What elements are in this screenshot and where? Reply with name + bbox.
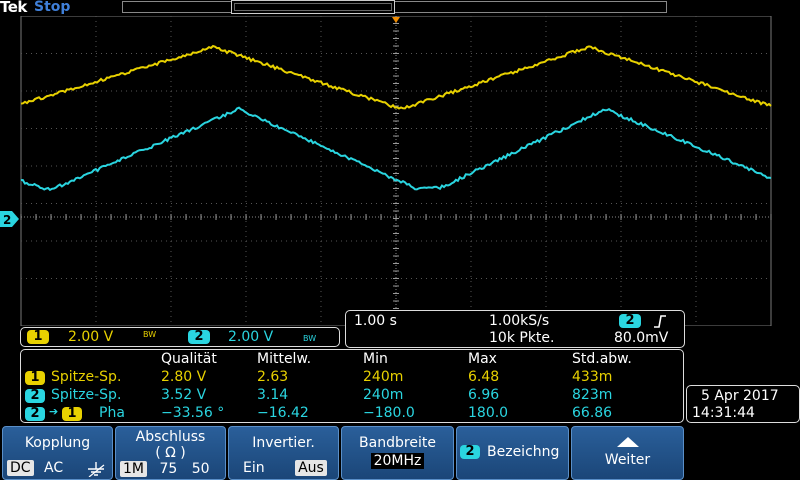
meas-header-4: Max [468, 351, 497, 367]
ch1-bw-flag: BW [143, 330, 156, 339]
meas-header-2: Mittelw. [257, 351, 311, 367]
weiter-title: Weiter [572, 452, 683, 468]
coupling-ac-option[interactable]: AC [44, 460, 63, 476]
meas-row-3-ref-channel-badge: 1 [62, 407, 82, 421]
ch2-ground-marker[interactable]: 2 [0, 211, 19, 227]
timebase: 1.00 s [354, 313, 397, 329]
ch2-badge[interactable]: 2 [188, 330, 210, 344]
termination-1m-option[interactable]: 1M [120, 461, 147, 477]
meas-row-3-label: Pha [99, 405, 125, 421]
coupling-dc-option[interactable]: DC [7, 460, 34, 476]
record-view-window-inner [234, 3, 392, 11]
vertical-readout: 1 2.00 V BW 2 2.00 V BW [20, 327, 340, 347]
bandbreite-button[interactable]: Bandbreite 20MHz [341, 426, 454, 480]
meas-row-2-value-2: 3.14 [257, 387, 288, 403]
meas-row-1-label: Spitze-Sp. [51, 369, 121, 385]
meas-row-1-value-4: 6.48 [468, 369, 499, 385]
meas-row-2-value-1: 3.52 V [161, 387, 206, 403]
arrow-icon: ➔ [49, 405, 58, 418]
bandwidth-value: 20MHz [371, 453, 425, 469]
sample-rate: 1.00kS/s [489, 313, 549, 329]
chevron-up-icon [616, 436, 640, 448]
meas-row-2-value-4: 6.96 [468, 387, 499, 403]
invertier-title: Invertier. [229, 435, 338, 451]
termination-75-option[interactable]: 75 [159, 461, 177, 477]
datetime-panel: 5 Apr 2017 14:31:44 [686, 385, 800, 423]
bezeichnung-channel-badge: 2 [460, 445, 480, 459]
ch1-scale: 2.00 V [68, 329, 113, 345]
status-bar: Tek Stop [0, 0, 800, 16]
meas-row-1-channel-badge: 1 [25, 371, 45, 385]
ch2-ground-label: 2 [3, 213, 11, 227]
meas-header-5: Std.abw. [572, 351, 632, 367]
trigger-source-badge: 2 [619, 314, 641, 328]
invert-on-option[interactable]: Ein [243, 460, 265, 476]
trigger-level: 80.0mV [614, 330, 668, 346]
meas-row-3-value-1: −33.56 ° [161, 405, 224, 421]
meas-row-3-channel-badge: 2 [25, 407, 45, 421]
termination-50-option[interactable]: 50 [192, 461, 210, 477]
ch2-bw-flag: BW [303, 334, 316, 343]
meas-row-2-label: Spitze-Sp. [51, 387, 121, 403]
meas-header-3: Min [363, 351, 388, 367]
abschluss-title: Abschluss [116, 429, 225, 445]
meas-row-3-value-2: −16.42 [257, 405, 309, 421]
meas-row-1-value-5: 433m [572, 369, 612, 385]
ch2-scale: 2.00 V [228, 329, 273, 345]
meas-row-2-channel-badge: 2 [25, 389, 45, 403]
meas-row-2-value-3: 240m [363, 387, 403, 403]
waveform-display[interactable]: 2 [0, 16, 800, 326]
meas-row-3-value-4: 180.0 [468, 405, 508, 421]
meas-row-1-value-2: 2.63 [257, 369, 288, 385]
invert-off-option[interactable]: Aus [295, 460, 327, 476]
weiter-button[interactable]: Weiter [571, 426, 684, 480]
ground-icon[interactable] [86, 461, 106, 477]
invertier-button[interactable]: Invertier. Ein Aus [228, 426, 339, 480]
date: 5 Apr 2017 [701, 388, 779, 404]
measurement-panel: Qualität Mittelw. Min Max Std.abw. 1 Spitze-Sp… [20, 349, 684, 423]
ch1-badge[interactable]: 1 [27, 330, 49, 344]
bezeichnung-title: Bezeichng [487, 444, 559, 460]
acquisition-status: Stop [34, 0, 70, 15]
meas-header-1: Qualität [161, 351, 217, 367]
kopplung-button[interactable]: Kopplung DC AC [2, 426, 113, 480]
record-length: 10k Pkte. [489, 330, 554, 346]
abschluss-button[interactable]: Abschluss ( Ω ) 1M 75 50 [115, 426, 226, 480]
kopplung-title: Kopplung [3, 435, 112, 451]
trigger-position-marker [392, 17, 400, 23]
horizontal-readout: 1.00 s 1.00kS/s 10k Pkte. 2 80.0mV [345, 310, 685, 348]
meas-row-3-value-5: 66.86 [572, 405, 612, 421]
meas-row-1-value-1: 2.80 V [161, 369, 206, 385]
abschluss-unit: ( Ω ) [116, 445, 225, 461]
graticule [21, 16, 771, 326]
meas-row-1-value-3: 240m [363, 369, 403, 385]
meas-row-2-value-5: 823m [572, 387, 612, 403]
rising-edge-icon [652, 313, 668, 329]
bezeichnung-button[interactable]: 2 Bezeichng [456, 426, 569, 480]
meas-row-3-value-3: −180.0 [363, 405, 415, 421]
bandbreite-title: Bandbreite [342, 435, 453, 451]
time: 14:31:44 [692, 405, 755, 421]
brand-logo: Tek [0, 0, 27, 16]
